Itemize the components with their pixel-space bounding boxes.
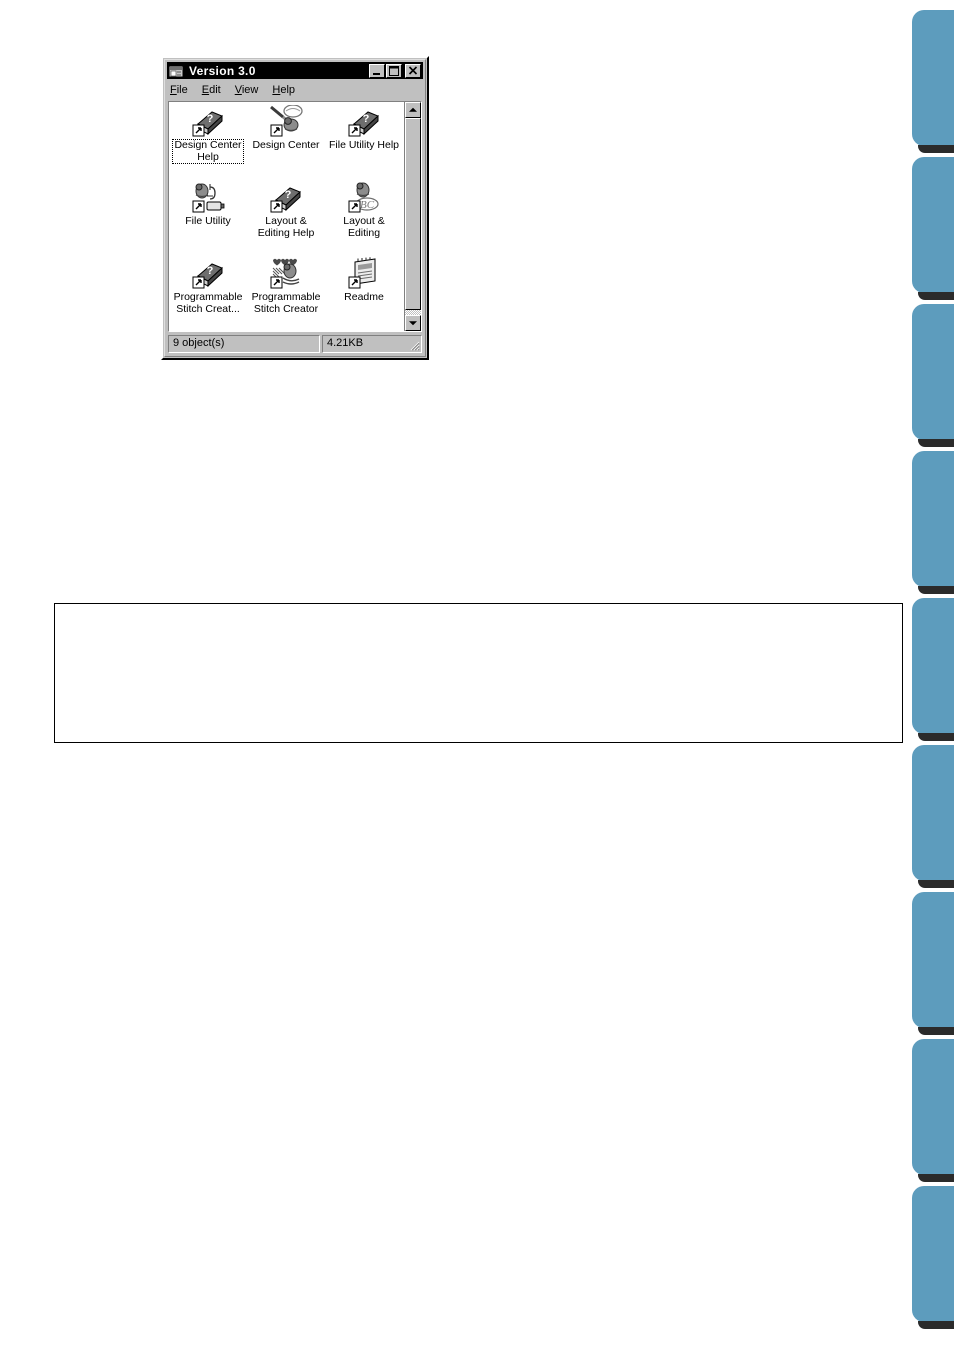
folder-window-icon bbox=[168, 64, 185, 78]
icon-grid: ? Design Center Help Design Center ? Fil… bbox=[169, 102, 404, 331]
icon-list-pane[interactable]: ? Design Center Help Design Center ? Fil… bbox=[168, 101, 422, 332]
empty-note-box bbox=[54, 603, 903, 743]
chapter-tab-7 bbox=[912, 892, 954, 1035]
svg-text:BC: BC bbox=[360, 199, 375, 211]
menu-bar: File Edit View Help bbox=[167, 81, 423, 99]
svg-text:?: ? bbox=[363, 113, 370, 125]
scroll-down-icon[interactable] bbox=[405, 315, 421, 331]
icon-item-file-utility[interactable]: File Utility bbox=[169, 181, 247, 257]
scrollbar-thumb[interactable] bbox=[405, 118, 421, 310]
status-total-size: 4.21KB bbox=[322, 335, 422, 353]
layout-editing-shortcut-icon: BC bbox=[347, 181, 381, 215]
chapter-tab-6 bbox=[912, 745, 954, 888]
icon-label: Readme bbox=[344, 291, 384, 303]
status-object-count: 9 object(s) bbox=[168, 335, 320, 353]
icon-label: Programmable Stitch Creat... bbox=[173, 291, 243, 315]
icon-label: Layout & Editing bbox=[343, 215, 385, 239]
status-bar: 9 object(s) 4.21KB bbox=[168, 335, 422, 353]
icon-item-readme[interactable]: Readme bbox=[325, 257, 403, 331]
chapter-tab-3 bbox=[912, 304, 954, 447]
help-book-shortcut-icon: ? bbox=[347, 105, 381, 139]
window-title: Version 3.0 bbox=[189, 63, 256, 78]
chapter-tab-2 bbox=[912, 157, 954, 300]
icon-item-design-center[interactable]: Design Center bbox=[247, 104, 325, 181]
chapter-tab-1 bbox=[912, 10, 954, 153]
icon-label: Design Center bbox=[252, 139, 320, 151]
vertical-scrollbar[interactable] bbox=[404, 102, 421, 331]
menu-item-file[interactable]: File bbox=[170, 84, 188, 96]
icon-item-programmable-stitch-creator-help[interactable]: ? Programmable Stitch Creat... bbox=[169, 257, 247, 331]
icon-item-layout-editing[interactable]: BC Layout & Editing bbox=[325, 181, 403, 257]
chapter-tab-8 bbox=[912, 1039, 954, 1182]
icon-item-design-center-help[interactable]: ? Design Center Help bbox=[169, 105, 247, 181]
icon-item-file-utility-help[interactable]: ? File Utility Help bbox=[325, 105, 403, 181]
icon-label: Design Center Help bbox=[172, 139, 244, 164]
minimize-button[interactable] bbox=[369, 63, 385, 78]
resize-grip-icon[interactable] bbox=[408, 339, 420, 351]
maximize-button[interactable] bbox=[386, 63, 402, 78]
help-book-shortcut-icon: ? bbox=[191, 257, 225, 291]
close-button[interactable] bbox=[405, 63, 421, 78]
menu-item-help[interactable]: Help bbox=[272, 84, 295, 96]
icon-item-layout-editing-help[interactable]: ? Layout & Editing Help bbox=[247, 181, 325, 257]
chapter-tab-9 bbox=[912, 1186, 954, 1329]
notepad-shortcut-icon bbox=[347, 257, 381, 291]
menu-item-view[interactable]: View bbox=[235, 84, 259, 96]
menu-item-edit[interactable]: Edit bbox=[202, 84, 221, 96]
icon-label: File Utility Help bbox=[328, 139, 399, 151]
svg-text:?: ? bbox=[207, 265, 214, 277]
icon-item-programmable-stitch-creator[interactable]: Programmable Stitch Creator bbox=[247, 257, 325, 331]
scroll-up-icon[interactable] bbox=[405, 102, 421, 118]
chapter-tab-4 bbox=[912, 451, 954, 594]
status-size-text: 4.21KB bbox=[327, 337, 364, 349]
stitch-creator-shortcut-icon bbox=[269, 257, 303, 291]
help-book-shortcut-icon: ? bbox=[191, 105, 225, 139]
chapter-tab-5 bbox=[912, 598, 954, 741]
title-bar[interactable]: Version 3.0 bbox=[167, 62, 423, 79]
design-center-shortcut-icon bbox=[269, 104, 303, 139]
chapter-tab-strip bbox=[905, 0, 954, 1348]
file-utility-shortcut-icon bbox=[191, 181, 225, 215]
svg-text:?: ? bbox=[207, 113, 214, 125]
help-book-shortcut-icon: ? bbox=[269, 181, 303, 215]
explorer-window-inner-frame: Version 3.0 File Edit View Help ? Design… bbox=[164, 59, 426, 357]
icon-label: File Utility bbox=[185, 215, 231, 227]
svg-text:?: ? bbox=[285, 189, 292, 201]
explorer-window: Version 3.0 File Edit View Help ? Design… bbox=[161, 56, 429, 360]
icon-label: Layout & Editing Help bbox=[257, 215, 315, 239]
icon-label: Programmable Stitch Creator bbox=[251, 291, 321, 315]
scrollbar-track[interactable] bbox=[405, 118, 421, 315]
